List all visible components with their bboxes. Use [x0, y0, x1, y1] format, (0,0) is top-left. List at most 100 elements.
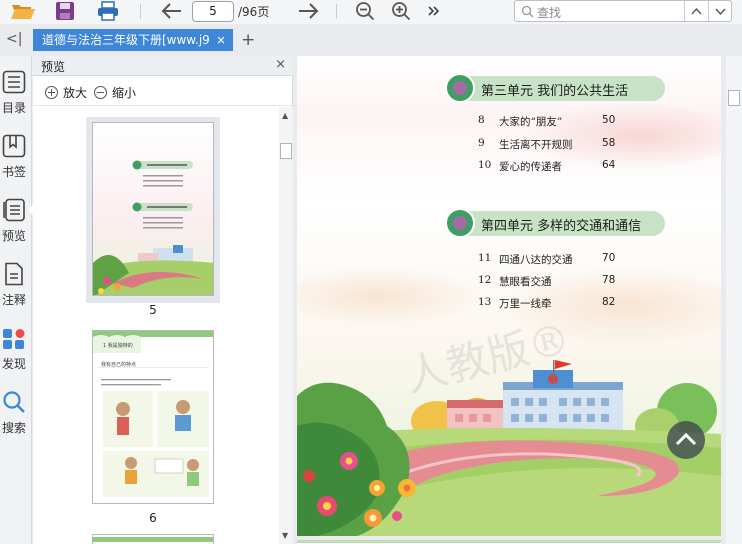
rail-item-search[interactable]: 搜索: [0, 390, 28, 436]
toc-row[interactable]: 9 生活离不开规则 58: [478, 137, 638, 155]
toc-row[interactable]: 12 慧眼看交通 78: [478, 274, 638, 292]
zoom-in-label: 放大: [63, 86, 88, 100]
panel-header: 预览 ×: [33, 56, 293, 76]
thumbnail-image: [92, 122, 214, 296]
lesson-number: 13: [478, 296, 492, 308]
rail-label-bookmarks: 书签: [1, 165, 26, 179]
document-view[interactable]: 第三单元 我们的公共生活 8 大家的“朋友” 50 9 生活离不开规则 58 1…: [294, 56, 742, 544]
arrow-right-icon[interactable]: [294, 0, 322, 22]
toc-row[interactable]: 8 大家的“朋友” 50: [478, 114, 638, 132]
preview-icon: [3, 198, 25, 222]
panel-close-icon[interactable]: ×: [275, 57, 286, 72]
rail-item-discover[interactable]: 发现: [0, 326, 28, 372]
rail-item-bookmarks[interactable]: 书签: [0, 134, 28, 180]
discover-icon: [3, 329, 25, 349]
lesson-number: 8: [478, 114, 485, 126]
thumbnail-page-next[interactable]: [86, 529, 220, 544]
page-number-input[interactable]: 5: [192, 1, 234, 22]
scrollbar-thumb[interactable]: [728, 90, 740, 106]
lesson-title: 四通八达的交通: [499, 254, 573, 266]
scroll-down-icon[interactable]: ▼: [282, 531, 288, 540]
tab-bar: <| 道德与法治三年级下册[www.j9p × +: [0, 27, 742, 53]
lesson-page: 82: [602, 296, 616, 308]
lesson-number: 9: [478, 137, 485, 149]
list-icon: [2, 70, 26, 94]
search-placeholder: 查找: [537, 6, 562, 20]
lesson-title: 慧眼看交通: [499, 276, 552, 288]
note-icon: [5, 262, 23, 286]
zoom-in-icon[interactable]: [388, 0, 414, 22]
scroll-up-icon[interactable]: ▲: [282, 111, 288, 120]
thumb-zoom-out-button[interactable]: 缩小: [94, 84, 136, 101]
panel-title: 预览: [41, 60, 66, 74]
rail-item-preview[interactable]: 预览: [0, 198, 28, 244]
tab-close-icon[interactable]: ×: [216, 29, 226, 51]
new-tab-button[interactable]: +: [241, 29, 255, 51]
panel-zoom-row: 放大 缩小: [33, 78, 293, 106]
unit-title: 第三单元 我们的公共生活: [481, 84, 629, 99]
plus-circle-icon: [45, 86, 58, 99]
lesson-page: 64: [602, 159, 616, 171]
zoom-out-label: 缩小: [112, 86, 137, 100]
minus-circle-icon: [94, 86, 107, 99]
pdf-reader-window: 5 /96页 查找 <| 道德与法治三年级下册[www.j9p × + 目录 书…: [0, 0, 742, 544]
lesson-page: 70: [602, 252, 616, 264]
thumb-zoom-in-button[interactable]: 放大: [45, 84, 87, 101]
save-icon[interactable]: [52, 0, 78, 22]
lesson-title: 大家的“朋友”: [499, 116, 563, 128]
thumbnail-page-5[interactable]: 5: [86, 117, 220, 317]
search-prev-icon[interactable]: [691, 7, 702, 15]
search-next-icon[interactable]: [715, 8, 726, 16]
thumbnail-list: 5 1 我是独特的 我有自己的特点 6: [33, 107, 279, 544]
scrollbar-thumb[interactable]: [280, 143, 292, 159]
tab-document[interactable]: 道德与法治三年级下册[www.j9p ×: [33, 29, 233, 51]
rail-label-search: 搜索: [1, 421, 26, 435]
rail-label-contents: 目录: [1, 101, 26, 115]
thumbnail-page-number: 5: [149, 303, 157, 317]
document-scrollbar[interactable]: [726, 56, 742, 544]
lesson-number: 10: [478, 159, 492, 171]
search-icon: [3, 391, 25, 413]
rail-label-notes: 注释: [1, 293, 26, 307]
zoom-out-icon[interactable]: [352, 0, 378, 22]
open-folder-icon[interactable]: [8, 0, 38, 22]
more-icon[interactable]: [424, 0, 444, 22]
toolbar: 5 /96页 查找: [0, 0, 742, 24]
collapse-sidebar-button[interactable]: <|: [6, 31, 22, 47]
lesson-number: 12: [478, 274, 492, 286]
thumb6-subheading: 我有自己的特点: [101, 362, 137, 368]
tab-title: 道德与法治三年级下册[www.j9p: [42, 33, 210, 47]
document-page: 第三单元 我们的公共生活 8 大家的“朋友” 50 9 生活离不开规则 58 1…: [297, 56, 721, 536]
search-input[interactable]: 查找: [514, 0, 732, 22]
toc-row[interactable]: 10 爱心的传递者 64: [478, 159, 638, 177]
rail-label-preview: 预览: [1, 229, 26, 243]
unit-title: 第四单元 多样的交通和通信: [481, 219, 642, 234]
lesson-page: 50: [602, 114, 616, 126]
unit-badge-icon: [445, 208, 475, 238]
lesson-number: 11: [478, 252, 492, 264]
lesson-page: 58: [602, 137, 616, 149]
lesson-title: 爱心的传递者: [499, 161, 562, 173]
left-rail: 目录 书签 预览 注释 发现 搜索: [0, 56, 34, 544]
thumbnail-page-6[interactable]: 1 我是独特的 我有自己的特点 6: [86, 325, 220, 525]
thumbnail-scrollbar[interactable]: ▲ ▼: [279, 107, 293, 544]
lesson-page: 78: [602, 274, 616, 286]
thumbnail-page-number: 6: [149, 511, 157, 525]
rail-item-contents[interactable]: 目录: [0, 70, 28, 116]
search-field-icon: [521, 5, 534, 18]
thumbnail-image: 1 我是独特的 我有自己的特点: [92, 330, 214, 504]
page-total-label: /96页: [238, 5, 270, 19]
toc-row[interactable]: 11 四通八达的交通 70: [478, 252, 638, 270]
rail-item-notes[interactable]: 注释: [0, 262, 28, 308]
next-document-page: [297, 540, 721, 544]
scroll-to-top-button[interactable]: [667, 421, 705, 459]
arrow-left-icon[interactable]: [158, 0, 186, 22]
preview-panel: 预览 × 放大 缩小 5 1 我是独特的 我有自己的特点 6 ▲ ▼: [33, 56, 293, 544]
unit-badge-icon: [445, 73, 475, 103]
rail-label-discover: 发现: [1, 357, 26, 371]
print-icon[interactable]: [94, 0, 122, 22]
chevron-up-icon: [675, 432, 697, 446]
thumbnail-image: [92, 534, 214, 544]
bookmark-icon: [2, 134, 26, 158]
lesson-title: 生活离不开规则: [499, 139, 573, 151]
